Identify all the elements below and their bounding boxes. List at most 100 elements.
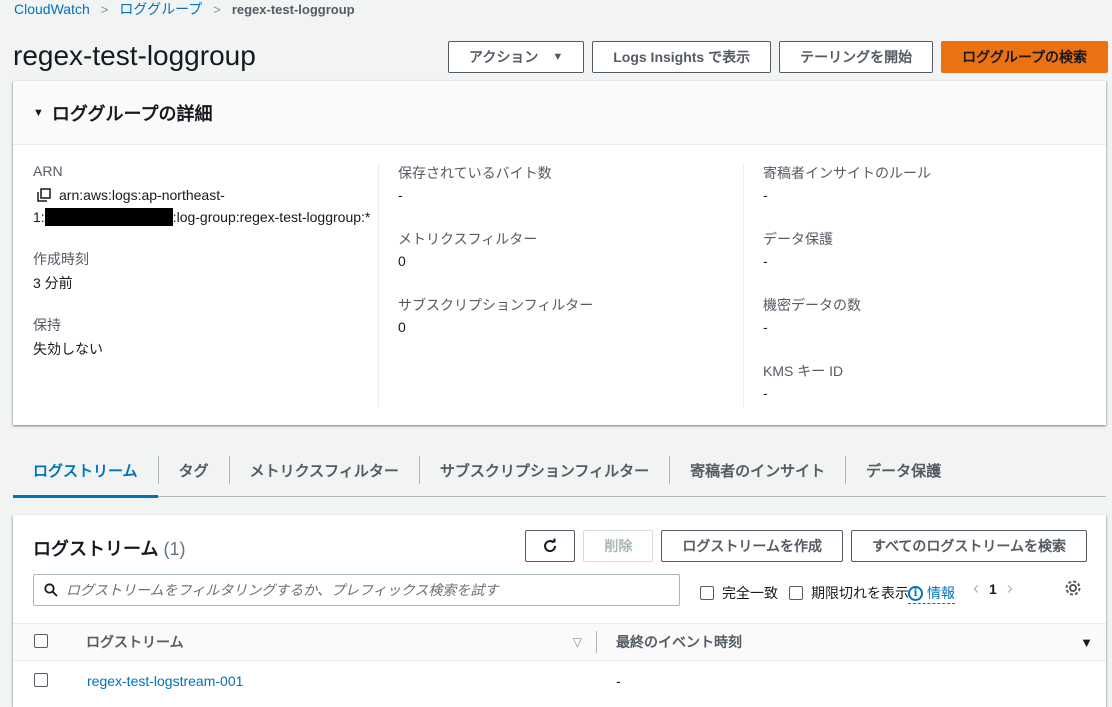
info-label: 情報 <box>927 585 955 601</box>
column-header-last-event[interactable]: 最終のイベント時刻 ▼ <box>616 632 1106 652</box>
actions-button-label: アクション <box>469 49 539 65</box>
column-header-last-event-label: 最終のイベント時刻 <box>616 634 742 650</box>
column-divider <box>743 163 744 407</box>
arn-value-prefix: 1: <box>33 209 45 225</box>
log-streams-panel: ログストリーム (1) 削除 ログストリームを作成 すべてのログストリームを検索… <box>13 515 1106 707</box>
log-stream-search[interactable] <box>33 574 680 606</box>
page-title: regex-test-loggroup <box>13 40 256 71</box>
search-log-group-button[interactable]: ロググループの検索 <box>941 41 1108 73</box>
stored-bytes-value: - <box>398 187 403 203</box>
row-name-cell: regex-test-logstream-001 <box>86 673 596 689</box>
row-last-event-value: - <box>616 673 621 689</box>
metric-filters-label: メトリクスフィルター <box>398 231 538 247</box>
kms-key-label: KMS キー ID <box>763 363 844 379</box>
breadcrumb-current: regex-test-loggroup <box>231 1 355 17</box>
created-value: 3 分前 <box>33 275 73 291</box>
breadcrumb-separator-icon: > <box>100 1 109 17</box>
data-protection-field: データ保護 - <box>763 229 1093 273</box>
exact-match-option[interactable]: 完全一致 <box>700 583 778 603</box>
arn-label: ARN <box>33 163 63 179</box>
show-expired-checkbox[interactable] <box>789 586 803 600</box>
sort-descending-icon[interactable]: ▼ <box>1080 635 1093 650</box>
log-streams-count: (1) <box>163 539 186 559</box>
stored-bytes-label: 保存されているバイト数 <box>398 165 552 181</box>
row-last-event-cell: - <box>616 673 1106 689</box>
copy-icon[interactable] <box>37 188 51 202</box>
details-column-1: ARN arn:aws:logs:ap-northeast- 1::log-gr… <box>33 163 378 381</box>
select-all-cell <box>13 633 86 651</box>
collapse-caret-icon[interactable]: ▼ <box>33 107 44 119</box>
column-divider <box>596 631 597 653</box>
sort-icon[interactable]: ▽ <box>573 635 582 649</box>
exact-match-checkbox[interactable] <box>700 586 714 600</box>
tab-subscription-filters[interactable]: サブスクリプションフィルター <box>420 444 669 497</box>
info-link[interactable]: i 情報 <box>908 583 955 604</box>
redacted-account-id <box>44 208 173 226</box>
details-header[interactable]: ▼ ロググループの詳細 <box>13 81 1106 145</box>
start-tailing-button[interactable]: テーリングを開始 <box>779 41 934 73</box>
pagination: ‹ 1 › <box>963 578 1023 599</box>
breadcrumb-separator-icon: > <box>213 1 221 17</box>
refresh-button[interactable] <box>525 530 576 562</box>
exact-match-label: 完全一致 <box>722 585 778 601</box>
filter-row: 完全一致 期限切れを表示 i 情報 ‹ 1 › <box>33 574 1086 606</box>
tab-tags[interactable]: タグ <box>159 444 229 497</box>
contributor-insights-field: 寄稿者インサイトのルール - <box>763 163 1093 207</box>
view-in-logs-insights-button[interactable]: Logs Insights で表示 <box>592 41 772 73</box>
sensitive-data-value: - <box>763 319 768 335</box>
arn-line-2: 1: :log-group:regex-test-loggroup:* <box>33 207 378 227</box>
subscription-filters-value: 0 <box>398 319 406 335</box>
column-header-log-stream-label: ログストリーム <box>86 634 184 650</box>
table-row: regex-test-logstream-001 - <box>13 661 1106 701</box>
search-all-log-streams-button[interactable]: すべてのログストリームを検索 <box>850 530 1087 562</box>
details-body: ARN arn:aws:logs:ap-northeast- 1::log-gr… <box>13 145 1106 425</box>
stored-bytes-field: 保存されているバイト数 - <box>398 163 743 207</box>
previous-page-icon[interactable]: ‹ <box>973 578 979 599</box>
refresh-icon <box>544 538 557 553</box>
arn-value-suffix: :log-group:regex-test-loggroup:* <box>172 209 371 225</box>
show-expired-option[interactable]: 期限切れを表示 <box>789 583 909 603</box>
page-number[interactable]: 1 <box>989 581 997 597</box>
tabs: ログストリーム タグ メトリクスフィルター サブスクリプションフィルター 寄稿者… <box>13 444 1106 498</box>
subscription-filters-label: サブスクリプションフィルター <box>398 297 594 313</box>
next-page-icon[interactable]: › <box>1007 578 1013 599</box>
contributor-insights-label: 寄稿者インサイトのルール <box>763 165 931 181</box>
details-title: ロググループの詳細 <box>51 103 213 124</box>
column-divider <box>378 163 379 407</box>
tab-log-streams[interactable]: ログストリーム <box>13 444 158 498</box>
arn-field: ARN arn:aws:logs:ap-northeast- 1::log-gr… <box>33 163 378 227</box>
tab-data-protection[interactable]: データ保護 <box>846 444 961 497</box>
contributor-insights-value: - <box>763 187 768 203</box>
details-column-2: 保存されているバイト数 - メトリクスフィルター 0 サブスクリプションフィルタ… <box>398 163 743 361</box>
column-header-log-stream[interactable]: ログストリーム ▽ <box>86 632 596 652</box>
show-expired-label: 期限切れを表示 <box>811 585 909 601</box>
tab-metric-filters[interactable]: メトリクスフィルター <box>230 444 419 497</box>
info-option: i 情報 <box>908 583 955 604</box>
delete-button[interactable]: 削除 <box>583 530 654 562</box>
details-column-3: 寄稿者インサイトのルール - データ保護 - 機密データの数 - KMS キー … <box>763 163 1093 427</box>
log-group-details-panel: ▼ ロググループの詳細 ARN arn:aws:logs:ap-northeas… <box>13 81 1106 425</box>
gear-icon[interactable] <box>1064 579 1082 597</box>
breadcrumb-cloudwatch[interactable]: CloudWatch <box>14 1 90 17</box>
sensitive-data-label: 機密データの数 <box>763 297 861 313</box>
log-stream-link[interactable]: regex-test-logstream-001 <box>87 673 243 689</box>
metric-filters-field: メトリクスフィルター 0 <box>398 229 743 273</box>
log-streams-title: ログストリーム (1) <box>33 535 185 561</box>
header-actions: アクション ▼ Logs Insights で表示 テーリングを開始 ロググルー… <box>448 41 1108 73</box>
breadcrumb: CloudWatch > ロググループ > regex-test-loggrou… <box>14 0 355 18</box>
retention-field: 保持 失効しない <box>33 315 378 359</box>
actions-dropdown-button[interactable]: アクション ▼ <box>448 41 585 73</box>
table-header: ログストリーム ▽ 最終のイベント時刻 ▼ <box>13 623 1106 661</box>
select-all-checkbox[interactable] <box>34 633 48 648</box>
create-log-stream-button[interactable]: ログストリームを作成 <box>661 530 843 562</box>
data-protection-label: データ保護 <box>763 231 833 247</box>
retention-value: 失効しない <box>33 341 103 357</box>
tab-contributor-insights[interactable]: 寄稿者のインサイト <box>670 444 845 497</box>
search-input[interactable] <box>66 582 656 598</box>
info-icon: i <box>908 585 923 601</box>
breadcrumb-log-groups[interactable]: ロググループ <box>119 0 202 19</box>
log-streams-title-text: ログストリーム <box>33 539 159 559</box>
data-protection-value: - <box>763 253 768 269</box>
kms-key-value: - <box>763 385 768 401</box>
row-checkbox[interactable] <box>34 672 48 687</box>
